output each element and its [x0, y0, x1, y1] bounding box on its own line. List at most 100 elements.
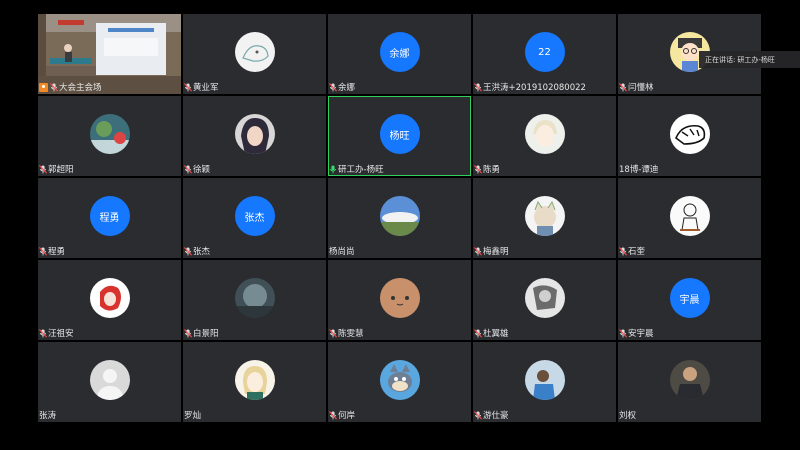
avatar: [234, 32, 275, 72]
participant-name: 安宇晨: [628, 329, 654, 339]
avatar: [234, 278, 275, 318]
mic-muted-icon: [38, 328, 48, 338]
avatar: [89, 360, 130, 400]
participant-name: 杜翼雄: [483, 329, 509, 339]
avatar: 张杰: [234, 196, 275, 236]
participant-tile[interactable]: 陈勇: [473, 96, 616, 176]
mic-muted-icon: [38, 164, 48, 174]
participant-tile[interactable]: 白景阳: [183, 260, 326, 340]
participant-tile[interactable]: 汪祖安: [38, 260, 181, 340]
mic-muted-icon: [183, 164, 193, 174]
avatar: [524, 196, 565, 236]
avatar-initials: 22: [538, 46, 551, 58]
participant-tile[interactable]: 余娜 余娜: [328, 14, 471, 94]
nameplate: 陈勇: [473, 163, 500, 175]
avatar-initials: 杨旺: [389, 130, 410, 142]
nameplate: 郭超阳: [38, 163, 74, 175]
participant-name: 18博-谭迪: [619, 165, 659, 175]
participant-name: 郭超阳: [48, 165, 74, 175]
avatar: [89, 278, 130, 318]
participant-name: 刘权: [619, 411, 637, 421]
avatar-initials: 宇晨: [679, 294, 700, 306]
participant-tile[interactable]: 石奎: [618, 178, 761, 258]
mic-muted-icon: [618, 82, 628, 92]
avatar-initials: 余娜: [389, 48, 410, 60]
participant-name: 余娜: [338, 83, 356, 93]
avatar: [524, 114, 565, 154]
avatar: [379, 196, 420, 236]
participant-name: 何岸: [338, 411, 356, 421]
avatar: [669, 360, 710, 400]
participant-name: 汪祖安: [48, 329, 74, 339]
mic-muted-icon: [618, 246, 628, 256]
nameplate: 程勇: [38, 245, 65, 257]
participant-name: 程勇: [48, 247, 66, 257]
mic-muted-icon: [473, 410, 483, 420]
avatar: 22: [524, 32, 565, 72]
participant-name: 张涛: [39, 411, 57, 421]
participant-name: 梅鑫明: [483, 247, 509, 257]
participant-tile[interactable]: 梅鑫明: [473, 178, 616, 258]
avatar: 程勇: [89, 196, 130, 236]
speaking-indicator: 正在讲话: 研工办-杨旺: [699, 51, 800, 68]
participant-tile[interactable]: 刘权: [618, 342, 761, 422]
participant-name: 大会主会场: [59, 83, 102, 93]
participant-tile[interactable]: 宇晨安宇晨: [618, 260, 761, 340]
participant-tile[interactable]: 郭超阳: [38, 96, 181, 176]
speaking-name: 研工办-杨旺: [737, 55, 775, 64]
nameplate: 张涛: [38, 409, 56, 421]
avatar: [89, 114, 130, 154]
participant-name: 闫懂林: [628, 83, 654, 93]
nameplate: 梅鑫明: [473, 245, 509, 257]
participant-tile[interactable]: 何岸: [328, 342, 471, 422]
nameplate: 王洪涛+2019102080022: [473, 81, 586, 93]
nameplate: 游仕豪: [473, 409, 509, 421]
avatar: 杨旺: [379, 114, 420, 154]
participant-tile[interactable]: 游仕豪: [473, 342, 616, 422]
participant-tile[interactable]: 杨尚尚: [328, 178, 471, 258]
nameplate: 刘权: [618, 409, 636, 421]
participant-tile[interactable]: 徐颖: [183, 96, 326, 176]
participant-tile[interactable]: 张涛: [38, 342, 181, 422]
participant-name: 张杰: [193, 247, 211, 257]
participant-tile[interactable]: 张杰 张杰: [183, 178, 326, 258]
participant-tile[interactable]: 黄业军: [183, 14, 326, 94]
nameplate: 余娜: [328, 81, 355, 93]
participant-name: 石奎: [628, 247, 646, 257]
participant-tile[interactable]: 大会主会场: [38, 14, 181, 94]
participant-name: 研工办-杨旺: [338, 165, 384, 175]
participant-name: 黄业军: [193, 83, 219, 93]
avatar: [524, 278, 565, 318]
host-icon: [39, 82, 48, 92]
nameplate: 张杰: [183, 245, 210, 257]
avatar: 宇晨: [669, 278, 710, 318]
participant-name: 罗灿: [184, 411, 202, 421]
avatar: [524, 360, 565, 400]
mic-muted-icon: [328, 328, 338, 338]
participant-tile[interactable]: 杜翼雄: [473, 260, 616, 340]
mic-muted-icon: [183, 246, 193, 256]
participant-tile[interactable]: 22 王洪涛+2019102080022: [473, 14, 616, 94]
mic-muted-icon: [473, 82, 483, 92]
nameplate: 大会主会场: [38, 81, 102, 93]
nameplate: 杨尚尚: [328, 245, 355, 257]
avatar: 余娜: [379, 32, 420, 72]
mic-active-icon: [329, 165, 337, 174]
participant-tile[interactable]: 陈雯慧: [328, 260, 471, 340]
mic-muted-icon: [473, 246, 483, 256]
nameplate: 18博-谭迪: [618, 163, 658, 175]
participant-name: 游仕豪: [483, 411, 509, 421]
participant-tile[interactable]: 罗灿: [183, 342, 326, 422]
participant-tile[interactable]: 杨旺研工办-杨旺: [328, 96, 471, 176]
participant-name: 陈雯慧: [338, 329, 364, 339]
participant-name: 王洪涛+2019102080022: [483, 83, 586, 93]
avatar: [234, 360, 275, 400]
participant-tile[interactable]: 18博-谭迪: [618, 96, 761, 176]
nameplate: 研工办-杨旺: [328, 163, 384, 175]
speaking-prefix: 正在讲话:: [705, 55, 736, 64]
avatar: [669, 196, 710, 236]
participant-tile[interactable]: 程勇 程勇: [38, 178, 181, 258]
mic-muted-icon: [473, 164, 483, 174]
mic-muted-icon: [473, 328, 483, 338]
nameplate: 陈雯慧: [328, 327, 364, 339]
